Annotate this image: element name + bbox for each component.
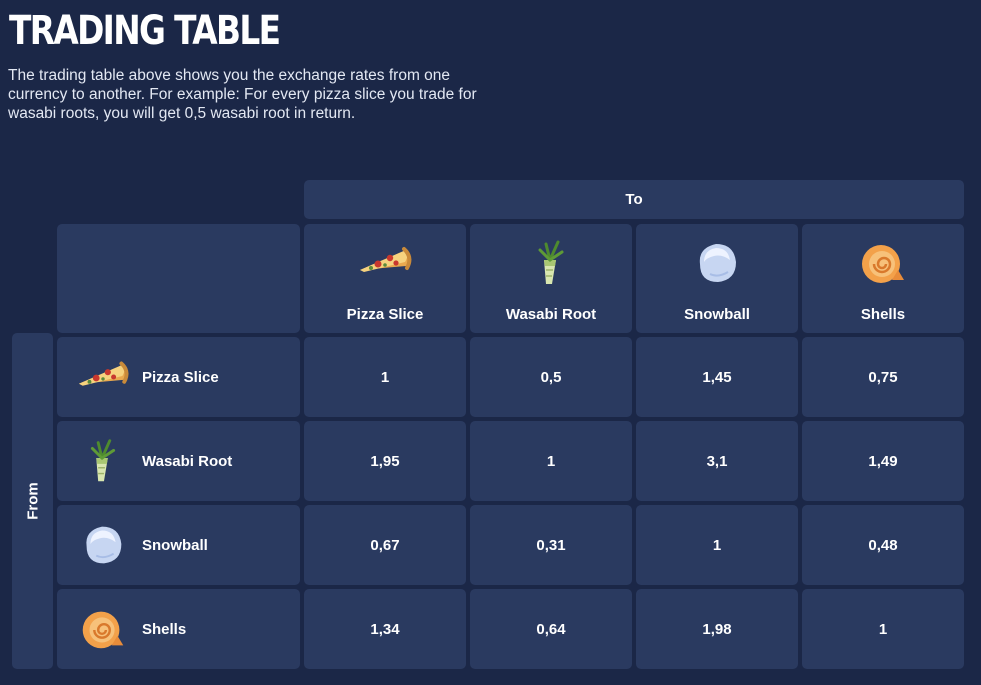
rate-cell: 1,49 bbox=[802, 421, 964, 501]
row-header-snowball: Snowball bbox=[57, 505, 300, 585]
page-title: TRADING TABLE bbox=[9, 8, 281, 54]
column-header-pizza-slice: Pizza Slice bbox=[304, 224, 466, 333]
rate-cell: 1 bbox=[304, 337, 466, 417]
row-header-label: Snowball bbox=[142, 536, 208, 554]
pizza-slice-icon bbox=[356, 240, 414, 286]
rate-cell: 0,64 bbox=[470, 589, 632, 669]
column-header-label: Pizza Slice bbox=[346, 306, 424, 323]
rate-cell: 0,5 bbox=[470, 337, 632, 417]
column-header-snowball: Snowball bbox=[636, 224, 798, 333]
wasabi-root-icon bbox=[75, 438, 131, 484]
rate-cell: 1,34 bbox=[304, 589, 466, 669]
rate-cell: 1 bbox=[636, 505, 798, 585]
row-header-label: Shells bbox=[142, 620, 187, 638]
rate-cell: 0,31 bbox=[470, 505, 632, 585]
column-header-wasabi-root: Wasabi Root bbox=[470, 224, 632, 333]
column-header-label: Shells bbox=[860, 306, 906, 323]
pizza-slice-icon bbox=[75, 354, 131, 400]
rate-cell: 1,98 bbox=[636, 589, 798, 669]
row-header-pizza-slice: Pizza Slice bbox=[57, 337, 300, 417]
to-header: To bbox=[304, 180, 964, 219]
to-label: To bbox=[625, 191, 643, 208]
rate-cell: 0,75 bbox=[802, 337, 964, 417]
snowball-icon bbox=[688, 240, 746, 286]
wasabi-root-icon bbox=[522, 240, 580, 286]
corner-cell bbox=[57, 224, 300, 333]
from-label: From bbox=[24, 482, 41, 520]
column-header-label: Snowball bbox=[684, 306, 750, 323]
snowball-icon bbox=[75, 522, 131, 568]
rate-cell: 0,48 bbox=[802, 505, 964, 585]
column-header-shells: Shells bbox=[802, 224, 964, 333]
row-header-label: Wasabi Root bbox=[142, 452, 233, 470]
rate-cell: 1,95 bbox=[304, 421, 466, 501]
rate-cell: 3,1 bbox=[636, 421, 798, 501]
page-description: The trading table above shows you the ex… bbox=[8, 67, 477, 122]
rate-cell: 0,67 bbox=[304, 505, 466, 585]
rate-cell: 1 bbox=[802, 589, 964, 669]
from-header: From bbox=[12, 333, 53, 669]
rate-cell: 1,45 bbox=[636, 337, 798, 417]
row-header-shells: Shells bbox=[57, 589, 300, 669]
shell-icon bbox=[854, 240, 912, 286]
row-header-wasabi-root: Wasabi Root bbox=[57, 421, 300, 501]
column-header-label: Wasabi Root bbox=[505, 306, 597, 323]
row-header-label: Pizza Slice bbox=[142, 368, 219, 386]
shell-icon bbox=[75, 606, 131, 652]
rate-cell: 1 bbox=[470, 421, 632, 501]
